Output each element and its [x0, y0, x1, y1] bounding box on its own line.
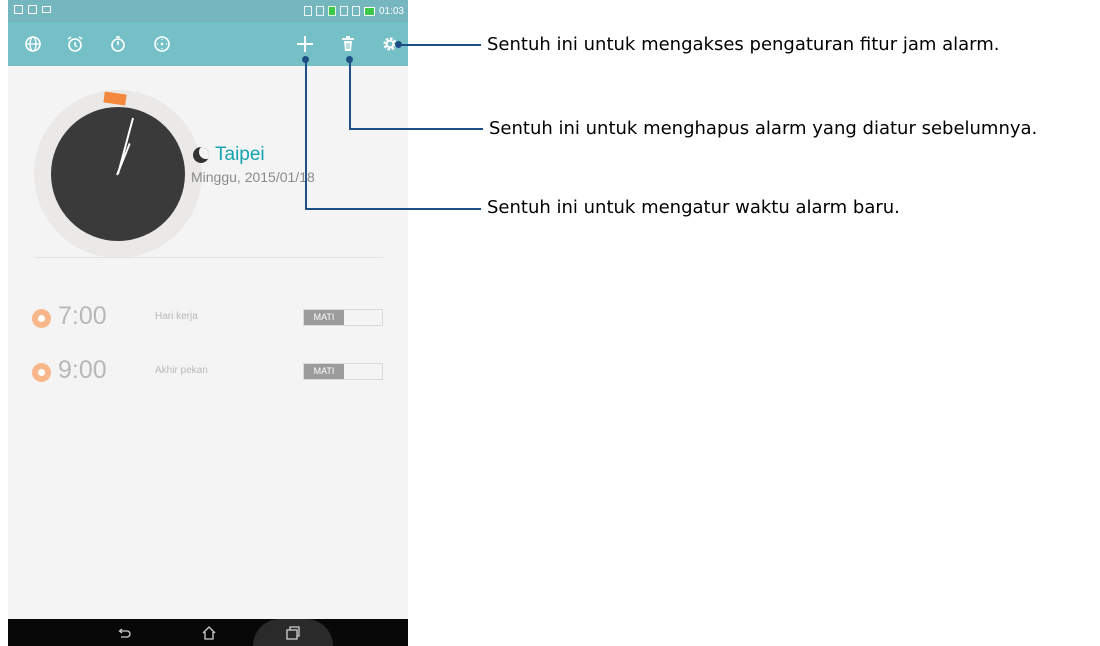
alarm-time: 9:00 — [58, 356, 107, 384]
callout-settings-text: Sentuh ini untuk mengakses pengaturan fi… — [487, 34, 1000, 55]
alarm-row[interactable]: 7:00 Hari kerja MATI — [8, 298, 408, 338]
callout-dot-add — [302, 56, 309, 63]
callout-line-add-vertical — [305, 58, 307, 210]
alarm-toggle[interactable]: MATI — [303, 309, 383, 326]
mail-notification-icon — [42, 6, 51, 13]
no-sound-icon — [315, 6, 324, 16]
world-clock-city[interactable]: Taipei — [193, 144, 265, 166]
sim-icon — [327, 6, 336, 16]
callout-dot-settings — [395, 41, 402, 48]
moon-icon — [193, 147, 209, 163]
signal-icon — [339, 6, 348, 16]
alarm-time: 7:00 — [58, 302, 107, 330]
city-name: Taipei — [215, 144, 265, 165]
calendar-notification-icon — [14, 5, 23, 14]
alarm-label: Hari kerja — [155, 311, 198, 322]
alarm-clock-icon[interactable] — [66, 35, 84, 53]
vibrate-icon — [303, 6, 312, 16]
status-bar: 01:03 — [8, 0, 408, 22]
phone-screen: 01:03 Taipei Minggu, 2015/01/18 7:00 Har… — [8, 0, 408, 646]
callout-line-delete-horizontal — [349, 128, 483, 130]
plus-icon[interactable] — [296, 35, 314, 53]
alarm-toggle[interactable]: MATI — [303, 363, 383, 380]
callout-add-text: Sentuh ini untuk mengatur waktu alarm ba… — [487, 197, 900, 218]
callout-delete-text: Sentuh ini untuk menghapus alarm yang di… — [489, 118, 1038, 139]
data-icon — [351, 6, 360, 16]
home-icon[interactable] — [201, 625, 217, 641]
globe-icon[interactable] — [24, 35, 42, 53]
callout-dot-delete — [346, 56, 353, 63]
back-icon[interactable] — [116, 625, 132, 641]
toggle-off-label: MATI — [304, 310, 344, 325]
alarm-label: Akhir pekan — [155, 365, 208, 376]
callout-line-settings — [397, 44, 481, 46]
divider — [35, 257, 383, 258]
file-notification-icon — [28, 5, 37, 14]
stopwatch-icon[interactable] — [109, 35, 127, 53]
trash-icon[interactable] — [339, 35, 357, 53]
status-time: 01:03 — [378, 5, 404, 17]
callout-line-delete-vertical — [349, 58, 351, 129]
city-date: Minggu, 2015/01/18 — [191, 169, 315, 185]
recents-icon[interactable] — [285, 625, 301, 641]
sun-icon — [32, 309, 51, 328]
timer-icon[interactable] — [153, 35, 171, 53]
battery-icon — [363, 6, 375, 16]
sun-icon — [32, 363, 51, 382]
alarm-row[interactable]: 9:00 Akhir pekan MATI — [8, 352, 408, 392]
callout-line-add-horizontal — [305, 208, 481, 210]
navigation-bar — [8, 619, 408, 646]
toggle-off-label: MATI — [304, 364, 344, 379]
